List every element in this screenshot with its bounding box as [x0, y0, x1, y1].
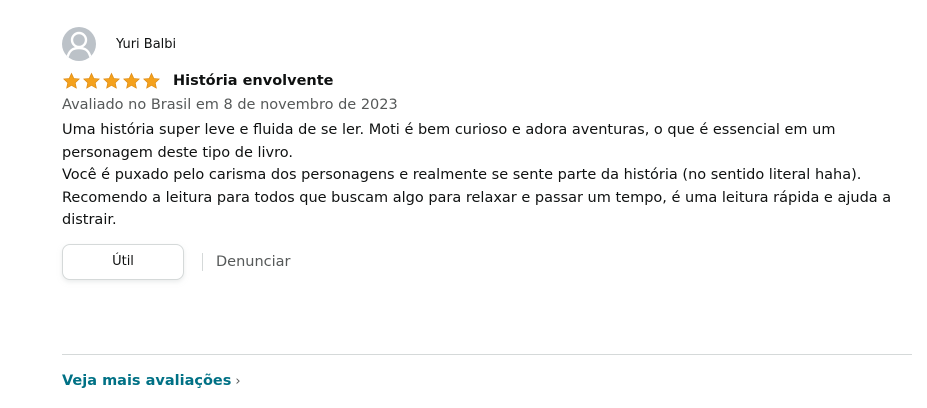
star-icon: [83, 72, 100, 89]
see-more-reviews-label[interactable]: Veja mais avaliações: [62, 373, 231, 389]
star-rating[interactable]: [62, 72, 161, 90]
review-actions: Útil Denunciar: [62, 243, 912, 281]
helpful-button[interactable]: Útil: [62, 243, 184, 280]
action-separator: [202, 252, 203, 271]
review-date: Avaliado no Brasil em 8 de novembro de 2…: [62, 97, 398, 113]
star-icon: [63, 72, 80, 89]
reviewer-name[interactable]: Yuri Balbi: [116, 37, 176, 52]
see-more-reviews-link[interactable]: Veja mais avaliações ›: [62, 373, 241, 389]
review-title[interactable]: História envolvente: [173, 73, 334, 89]
star-icon: [123, 72, 140, 89]
review-profile[interactable]: Yuri Balbi: [62, 26, 912, 62]
review-body-paragraph: Recomendo a leitura para todos que busca…: [62, 189, 892, 229]
customer-review: Yuri Balbi História envolvente Avaliado …: [62, 26, 912, 281]
review-body-paragraph: Uma história super leve e fluida de se l…: [62, 122, 836, 161]
review-body-paragraph: Você é puxado pelo carisma dos personage…: [62, 167, 862, 183]
chevron-right-icon: ›: [235, 373, 241, 389]
section-divider: [62, 354, 912, 355]
star-icon: [103, 72, 120, 89]
default-user-avatar-icon: [62, 27, 96, 61]
review-title-row: História envolvente: [62, 71, 912, 91]
star-icon: [143, 72, 160, 89]
report-link[interactable]: Denunciar: [216, 254, 291, 270]
review-body: Uma história super leve e fluida de se l…: [62, 119, 912, 232]
